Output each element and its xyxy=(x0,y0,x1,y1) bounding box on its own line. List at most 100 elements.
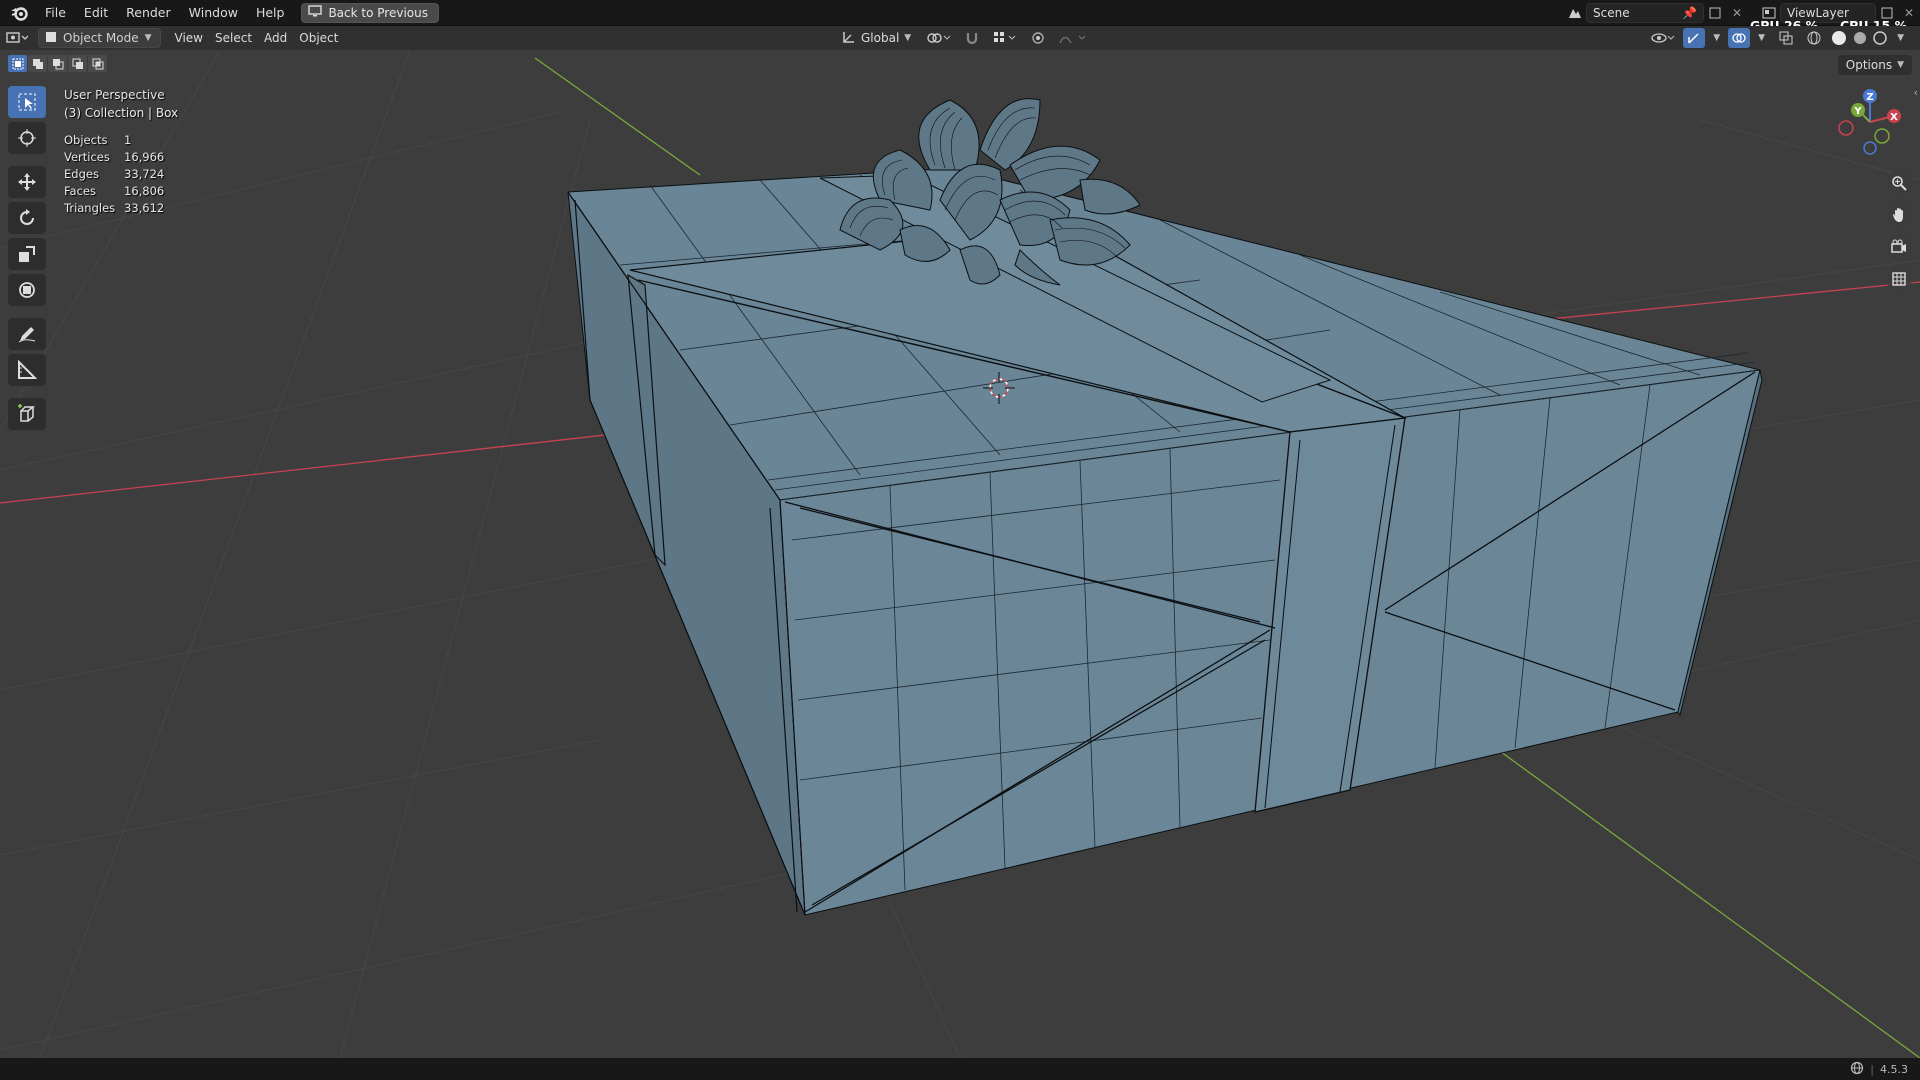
visibility-button[interactable] xyxy=(1645,28,1681,48)
top-menu-bar: File Edit Render Window Help Back to Pre… xyxy=(0,0,1920,33)
shading-dropdown[interactable]: ▼ xyxy=(1891,28,1910,48)
select-intersect-icon xyxy=(92,58,103,69)
chevron-down-icon: ▼ xyxy=(1758,33,1766,43)
stat-label: Faces xyxy=(64,184,96,198)
menu-object[interactable]: Object xyxy=(293,28,344,48)
stat-label: Edges xyxy=(64,167,99,181)
collection-label: (3) Collection | Box xyxy=(64,106,179,120)
z-axis-label: Z xyxy=(1866,92,1873,103)
back-to-previous-button[interactable]: Back to Previous xyxy=(301,2,439,23)
delete-scene-icon[interactable]: ✕ xyxy=(1726,3,1748,23)
add-cube-icon xyxy=(18,404,36,422)
blender-version: 4.5.3 xyxy=(1880,1062,1908,1076)
object-mode-icon xyxy=(45,31,57,46)
pin-icon[interactable]: 📌 xyxy=(1682,6,1697,20)
cursor-tool[interactable] xyxy=(8,122,46,154)
stat-label: Vertices xyxy=(64,150,110,164)
select-intersect-mode[interactable] xyxy=(88,55,107,72)
shading-solid[interactable] xyxy=(1829,28,1849,48)
new-scene-icon[interactable] xyxy=(1704,3,1726,23)
scale-tool[interactable] xyxy=(8,238,46,270)
shading-rendered[interactable] xyxy=(1871,28,1889,48)
neg-y-axis-handle[interactable] xyxy=(1874,128,1890,144)
zoom-icon xyxy=(1892,176,1907,191)
scene-name: Scene xyxy=(1593,6,1630,20)
orientation-label: Global xyxy=(861,31,900,45)
move-arrows-icon xyxy=(18,173,36,191)
pivot-point-button[interactable] xyxy=(919,28,957,48)
back-to-previous-label: Back to Previous xyxy=(328,5,428,20)
object-mode-select[interactable]: Object Mode ▼ xyxy=(38,28,161,48)
sidebar-toggle-icon[interactable]: ‹ xyxy=(1914,86,1918,99)
select-new-mode[interactable] xyxy=(8,55,27,72)
eye-icon xyxy=(1651,33,1675,43)
add-cube-tool[interactable] xyxy=(8,398,46,430)
orientation-select[interactable]: Global ▼ xyxy=(836,28,917,48)
rotate-tool[interactable] xyxy=(8,202,46,234)
neg-z-axis-handle[interactable] xyxy=(1863,141,1877,155)
object-mode-label: Object Mode xyxy=(63,31,139,45)
proportional-editing-toggle[interactable] xyxy=(1025,28,1051,48)
material-sphere-icon xyxy=(1854,32,1867,44)
select-invert-mode[interactable] xyxy=(68,55,87,72)
menu-view[interactable]: View xyxy=(169,28,209,48)
snap-target-button[interactable] xyxy=(987,28,1023,48)
stat-row: Faces 16,806 xyxy=(64,183,164,200)
transform-tool[interactable] xyxy=(8,274,46,306)
grid-icon xyxy=(1892,272,1906,286)
scene-icon[interactable] xyxy=(1564,3,1586,23)
select-invert-icon xyxy=(72,58,83,69)
chevron-down-icon: ▼ xyxy=(1713,33,1721,43)
menu-file[interactable]: File xyxy=(36,2,75,24)
ortho-toggle-button[interactable] xyxy=(1886,266,1912,292)
falloff-button[interactable] xyxy=(1053,28,1095,48)
pivot-icon xyxy=(927,33,951,43)
select-subtract-mode[interactable] xyxy=(48,55,67,72)
shading-wireframe[interactable] xyxy=(1801,28,1827,48)
shading-material[interactable] xyxy=(1851,28,1869,48)
navigation-gizmo[interactable]: Z X Y xyxy=(1834,86,1906,158)
options-dropdown[interactable]: Options ▼ xyxy=(1837,55,1912,75)
stat-row: Vertices 16,966 xyxy=(64,149,164,166)
menu-add[interactable]: Add xyxy=(258,28,293,48)
x-axis-line xyxy=(0,429,651,504)
scene-selector[interactable]: Scene 📌 xyxy=(1586,3,1704,23)
globe-icon xyxy=(1850,1061,1864,1078)
scene-canvas[interactable] xyxy=(0,50,1920,1058)
chevron-down-icon: ▼ xyxy=(904,33,912,43)
overlay-dropdown[interactable]: ▼ xyxy=(1752,28,1771,48)
camera-icon xyxy=(1891,239,1906,253)
navigation-buttons xyxy=(1886,170,1912,292)
gizmo-toggle[interactable] xyxy=(1683,28,1706,48)
gizmo-dropdown[interactable]: ▼ xyxy=(1707,28,1726,48)
zoom-button[interactable] xyxy=(1886,170,1912,196)
blender-logo-icon[interactable] xyxy=(8,2,30,24)
snap-toggle[interactable] xyxy=(959,28,985,48)
overlay-toggle[interactable] xyxy=(1728,28,1751,48)
camera-view-button[interactable] xyxy=(1886,234,1912,260)
menu-edit[interactable]: Edit xyxy=(75,2,117,24)
editor-type-button[interactable] xyxy=(0,28,34,48)
neg-x-axis-handle[interactable] xyxy=(1838,120,1854,136)
move-tool[interactable] xyxy=(8,166,46,198)
select-box-tool[interactable] xyxy=(8,86,46,118)
3d-viewport[interactable]: User Perspective (3) Collection | Box Ob… xyxy=(0,50,1920,1058)
screen-icon xyxy=(308,5,323,20)
pan-button[interactable] xyxy=(1886,202,1912,228)
x-axis-line-right xyxy=(1539,281,1920,321)
tool-shelf xyxy=(8,86,46,430)
status-bar: | 4.5.3 xyxy=(0,1058,1920,1080)
rendered-sphere-icon xyxy=(1873,31,1887,45)
xray-toggle[interactable] xyxy=(1773,28,1799,48)
menu-select[interactable]: Select xyxy=(209,28,258,48)
annotate-tool[interactable] xyxy=(8,318,46,350)
menu-help[interactable]: Help xyxy=(247,2,294,24)
chevron-down-icon: ▼ xyxy=(1897,60,1904,70)
select-extend-mode[interactable] xyxy=(28,55,47,72)
gift-box-mesh[interactable] xyxy=(567,167,1763,916)
measure-tool[interactable] xyxy=(8,354,46,386)
menu-render[interactable]: Render xyxy=(117,2,180,24)
stat-value: 16,966 xyxy=(124,150,165,164)
stat-label: Triangles xyxy=(64,201,116,215)
menu-window[interactable]: Window xyxy=(180,2,247,24)
